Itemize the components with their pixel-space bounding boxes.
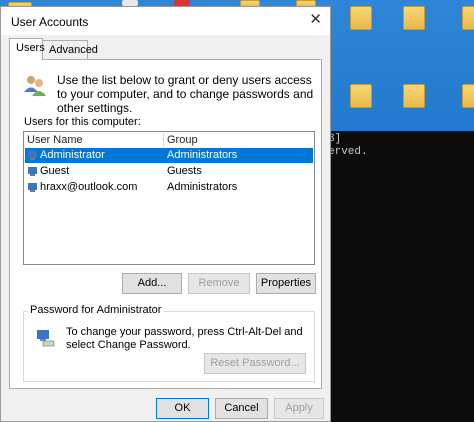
users-list[interactable]: User Name Group Administrator Administra… bbox=[23, 131, 315, 265]
users-list-label: Users for this computer: bbox=[24, 116, 141, 128]
password-instructions: To change your password, press Ctrl-Alt-… bbox=[66, 326, 303, 351]
intro-text: Use the list below to grant or deny user… bbox=[57, 73, 314, 115]
cancel-button[interactable]: Cancel bbox=[215, 398, 268, 419]
password-group-title: Password for Administrator bbox=[28, 304, 164, 316]
group-cell: Administrators bbox=[167, 149, 238, 161]
user-row-icon bbox=[28, 183, 37, 192]
user-accounts-dialog: User Accounts ✕ Users Advanced Use the l… bbox=[0, 6, 331, 422]
ok-button[interactable]: OK bbox=[156, 398, 209, 419]
console-window[interactable]: 8] erved. bbox=[326, 131, 474, 422]
console-line: erved. bbox=[328, 146, 368, 158]
desktop-folder-icon[interactable] bbox=[403, 84, 425, 108]
table-row[interactable]: hraxx@outlook.com Administrators bbox=[25, 180, 313, 195]
desktop-folder-icon[interactable] bbox=[462, 84, 474, 108]
user-name-cell: Administrator bbox=[40, 149, 105, 161]
add-button[interactable]: Add... bbox=[122, 273, 182, 294]
tab-users[interactable]: Users bbox=[9, 38, 45, 60]
close-icon[interactable]: ✕ bbox=[309, 12, 322, 28]
column-header-user-name[interactable]: User Name bbox=[27, 132, 83, 148]
tab-advanced[interactable]: Advanced bbox=[42, 40, 98, 59]
table-row[interactable]: Guest Guests bbox=[25, 164, 313, 179]
group-cell: Administrators bbox=[167, 181, 238, 193]
user-row-icon bbox=[28, 167, 37, 176]
group-cell: Guests bbox=[167, 165, 202, 177]
dialog-title: User Accounts bbox=[11, 15, 89, 29]
user-name-cell: hraxx@outlook.com bbox=[40, 181, 138, 193]
title-bar[interactable]: User Accounts ✕ bbox=[1, 7, 330, 35]
user-name-cell: Guest bbox=[40, 165, 70, 177]
users-tab-panel: Use the list below to grant or deny user… bbox=[9, 59, 322, 389]
apply-button[interactable]: Apply bbox=[274, 398, 324, 419]
properties-button[interactable]: Properties bbox=[256, 273, 316, 294]
admin-keyboard-icon bbox=[37, 330, 55, 347]
desktop-folder-icon[interactable] bbox=[403, 6, 425, 30]
user-row-icon bbox=[28, 151, 37, 160]
table-row[interactable]: Administrator Administrators bbox=[25, 148, 313, 163]
desktop-folder-icon[interactable] bbox=[350, 84, 372, 108]
remove-button[interactable]: Remove bbox=[188, 273, 250, 294]
desktop-folder-icon[interactable] bbox=[462, 6, 474, 30]
desktop-folder-icon[interactable] bbox=[350, 6, 372, 30]
column-header-group[interactable]: Group bbox=[167, 132, 198, 148]
users-icon bbox=[24, 76, 46, 96]
reset-password-button[interactable]: Reset Password... bbox=[204, 353, 306, 374]
column-divider[interactable] bbox=[163, 133, 164, 147]
